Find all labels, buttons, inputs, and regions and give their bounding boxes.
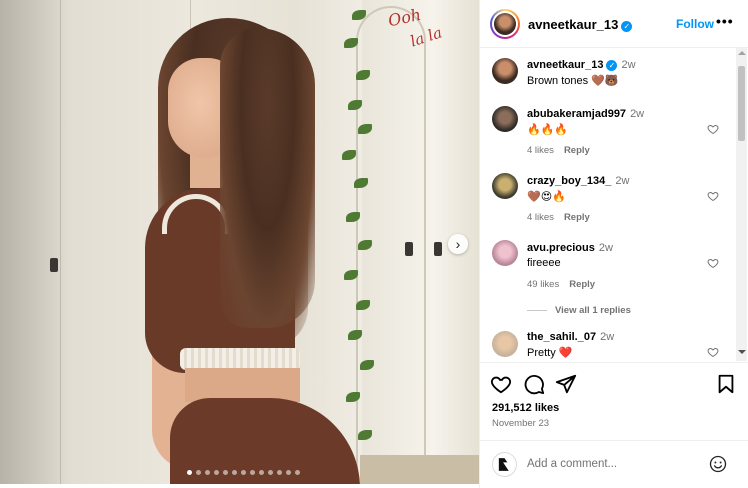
commenter-username[interactable]: the_sahil._07 <box>527 331 596 343</box>
carousel-dot <box>187 470 192 475</box>
commenter-avatar[interactable] <box>492 106 518 132</box>
carousel-dot <box>286 470 291 475</box>
post-actions: 291,512 likes November 23 <box>480 362 748 440</box>
comment-header: crazy_boy_134_ 2w <box>527 175 629 187</box>
like-comment-heart-icon[interactable] <box>707 257 719 269</box>
verified-badge-icon: ✓ <box>606 60 618 71</box>
commenter-username[interactable]: abubakeramjad997 <box>527 108 626 120</box>
comment-meta: 4 likes Reply <box>527 212 600 223</box>
door-handle <box>434 242 442 256</box>
likes-count[interactable]: 291,512 likes <box>492 402 559 414</box>
comment-timestamp: 2w <box>598 242 613 254</box>
more-options-icon[interactable]: ••• <box>716 13 734 29</box>
carousel-dot <box>241 470 246 475</box>
carousel-dot <box>196 470 201 475</box>
view-replies-label[interactable]: View all 1 replies <box>555 305 631 316</box>
like-comment-heart-icon[interactable] <box>707 346 719 358</box>
comment-meta: 4 likes Reply <box>527 145 600 156</box>
reply-button[interactable]: Reply <box>564 145 590 156</box>
carousel-dot <box>250 470 255 475</box>
carousel-dot <box>277 470 282 475</box>
caption-username[interactable]: avneetkaur_13 <box>527 59 603 71</box>
author-username-link[interactable]: avneetkaur_13 ✓ <box>528 17 633 32</box>
comments-list[interactable]: avneetkaur_13 ✓ 2w Brown tones 🤎🐻 abubaker… <box>480 48 748 361</box>
person-figure <box>130 18 370 484</box>
floor <box>360 455 479 484</box>
comment-timestamp: 2w <box>615 175 630 187</box>
carousel-dot <box>295 470 300 475</box>
comment-text: fireeee <box>527 257 561 269</box>
caption-text: Brown tones 🤎🐻 <box>527 75 619 87</box>
commenter-username[interactable]: crazy_boy_134_ <box>527 175 611 187</box>
like-comment-heart-icon[interactable] <box>707 190 719 202</box>
wall-panel-line <box>60 0 61 484</box>
comment-text: 🔥🔥🔥 <box>527 124 569 136</box>
follow-button[interactable]: Follow <box>676 17 714 31</box>
carousel-dot <box>205 470 210 475</box>
carousel-dot <box>268 470 273 475</box>
reply-button[interactable]: Reply <box>564 212 590 223</box>
current-user-avatar <box>492 452 517 477</box>
comment-likes-count[interactable]: 4 likes <box>527 145 554 156</box>
caption-timestamp[interactable]: 2w <box>621 59 635 71</box>
comment-timestamp: 2w <box>630 108 645 120</box>
add-comment-input[interactable] <box>527 455 697 473</box>
comments-scrollbar[interactable] <box>736 48 747 361</box>
scroll-up-arrow-icon[interactable] <box>738 51 746 55</box>
like-comment-heart-icon[interactable] <box>707 123 719 135</box>
post-sidebar: avneetkaur_13 ✓ Follow ••• avneetkaur_13 ✓… <box>479 0 748 488</box>
commenter-avatar[interactable] <box>492 331 518 357</box>
post-date[interactable]: November 23 <box>492 418 549 429</box>
emoji-picker-icon[interactable] <box>709 455 727 473</box>
author-avatar[interactable] <box>490 9 520 39</box>
verified-badge-icon: ✓ <box>621 21 633 32</box>
comment-likes-count[interactable]: 4 likes <box>527 212 554 223</box>
comment-header: the_sahil._07 2w <box>527 331 614 343</box>
share-paper-plane-icon[interactable] <box>555 373 577 395</box>
door-handle <box>405 242 413 256</box>
reply-button[interactable]: Reply <box>569 279 595 290</box>
scrollbar-thumb[interactable] <box>738 66 745 141</box>
like-heart-icon[interactable] <box>490 373 512 395</box>
door-handle <box>50 258 58 272</box>
post-image[interactable]: Ooh la la › <box>0 0 479 484</box>
add-comment-bar <box>480 440 748 486</box>
carousel-next-button[interactable]: › <box>448 234 468 254</box>
post-header: avneetkaur_13 ✓ Follow ••• <box>480 0 748 48</box>
author-avatar[interactable] <box>492 58 518 84</box>
comment-text: 🤎😍🔥 <box>527 191 566 203</box>
carousel-dot <box>232 470 237 475</box>
commenter-avatar[interactable] <box>492 240 518 266</box>
carousel-indicator <box>187 470 300 475</box>
instagram-post-modal: Ooh la la › avneetkaur_13 ✓ Follow ••• a… <box>0 0 748 488</box>
comment-header: abubakeramjad997 2w <box>527 108 644 120</box>
carousel-dot <box>223 470 228 475</box>
carousel-dot <box>259 470 264 475</box>
commenter-username[interactable]: avu.precious <box>527 242 595 254</box>
scroll-down-arrow-icon[interactable] <box>738 350 746 354</box>
carousel-dot <box>214 470 219 475</box>
comment-likes-count[interactable]: 49 likes <box>527 279 559 290</box>
comment-meta: 49 likes Reply <box>527 279 605 290</box>
comment-header: avu.precious 2w <box>527 242 613 254</box>
comment-timestamp: 2w <box>600 331 615 343</box>
author-username[interactable]: avneetkaur_13 <box>528 17 618 32</box>
comment-bubble-icon[interactable] <box>523 373 545 395</box>
comment-text: Pretty ❤️ <box>527 347 573 359</box>
commenter-avatar[interactable] <box>492 173 518 199</box>
caption-header: avneetkaur_13 ✓ 2w <box>527 59 636 71</box>
view-replies-button[interactable]: View all 1 replies <box>527 305 631 316</box>
user-logo-icon <box>498 458 509 471</box>
save-bookmark-icon[interactable] <box>715 373 737 395</box>
